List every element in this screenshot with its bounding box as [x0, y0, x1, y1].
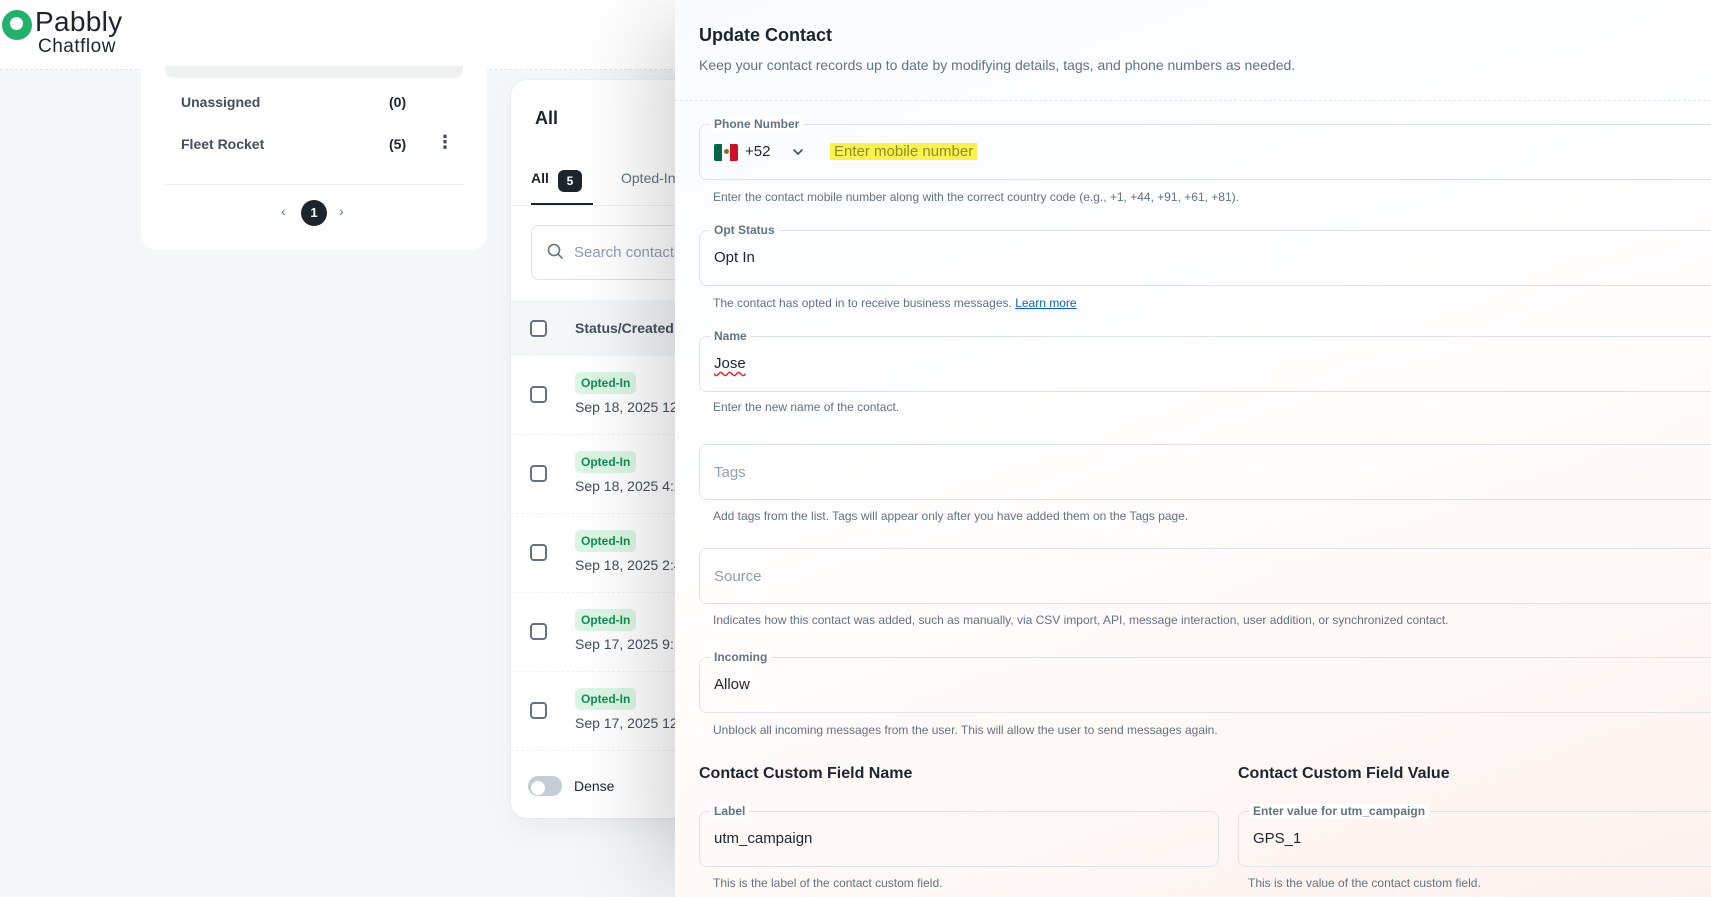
custom-field-value-legend: Enter value for utm_campaign — [1249, 804, 1430, 818]
incoming-help: Unblock all incoming messages from the u… — [713, 723, 1218, 737]
select-all-checkbox[interactable] — [530, 320, 547, 337]
country-code[interactable]: +52 — [745, 143, 770, 160]
folder-name: Fleet Rocket — [181, 136, 265, 152]
custom-field-value-value: GPS_1 — [1253, 830, 1302, 847]
folder-item-fleet-rocket[interactable]: Fleet Rocket (5) — [181, 132, 461, 156]
phone-number-help: Enter the contact mobile number along wi… — [713, 190, 1239, 204]
chevron-left-icon[interactable]: ‹ — [281, 203, 286, 219]
opt-status-label: Opt Status — [710, 223, 779, 237]
table-title: All — [535, 108, 559, 128]
row-checkbox[interactable] — [530, 386, 547, 403]
tab-all[interactable]: All — [531, 170, 549, 186]
source-help: Indicates how this contact was added, su… — [713, 613, 1449, 627]
dense-label: Dense — [574, 778, 615, 794]
phone-number-field: Phone Number +52 Enter mobile number — [699, 117, 1711, 180]
mexico-flag-icon[interactable] — [714, 144, 738, 161]
drawer-title: Update Contact — [699, 25, 833, 45]
incoming-label: Incoming — [710, 650, 772, 664]
custom-field-value-help: This is the value of the contact custom … — [1248, 876, 1481, 890]
opt-status-help: The contact has opted in to receive busi… — [713, 296, 1077, 310]
pabbly-logo[interactable]: Pabbly Chatflow — [2, 8, 122, 56]
custom-field-value-heading: Contact Custom Field Value — [1238, 765, 1450, 782]
custom-field-label-value: utm_campaign — [714, 830, 813, 847]
more-vertical-icon[interactable]: ⋮ — [435, 132, 455, 152]
source-placeholder: Source — [714, 568, 762, 585]
opt-status-select[interactable]: Opt Status Opt In — [699, 223, 1711, 286]
opt-status-help-text: The contact has opted in to receive busi… — [713, 296, 1012, 310]
chevron-down-icon[interactable] — [791, 145, 805, 159]
logo-title: Pabbly — [35, 6, 123, 37]
source-input[interactable]: Source — [699, 548, 1711, 604]
tags-help: Add tags from the list. Tags will appear… — [713, 509, 1189, 523]
selected-folder-highlight — [165, 66, 463, 78]
folder-item-unassigned[interactable]: Unassigned (0) — [181, 90, 461, 114]
drawer-subtitle: Keep your contact records up to date by … — [699, 57, 1296, 73]
tags-placeholder: Tags — [714, 464, 746, 481]
row-checkbox[interactable] — [530, 623, 547, 640]
mobile-number-input[interactable]: Enter mobile number — [830, 143, 978, 160]
tags-input[interactable]: Tags — [699, 444, 1711, 500]
tab-opted-in[interactable]: Opted-In — [621, 170, 675, 186]
learn-more-link[interactable]: Learn more — [1015, 296, 1076, 310]
pabbly-logo-icon — [2, 8, 32, 40]
row-checkbox[interactable] — [530, 544, 547, 561]
incoming-value: Allow — [714, 676, 750, 693]
search-icon — [547, 243, 563, 259]
tab-all-count-badge: 5 — [558, 170, 582, 192]
status-badge: Opted-In — [575, 372, 637, 394]
name-input[interactable]: Name Jose — [699, 329, 1711, 392]
dense-switch[interactable] — [528, 776, 562, 796]
row-checkbox[interactable] — [530, 465, 547, 482]
custom-field-label-legend: Label — [710, 804, 750, 818]
opt-status-value: Opt In — [714, 249, 755, 266]
update-contact-drawer: Update Contact Keep your contact records… — [675, 0, 1711, 897]
folder-count: (0) — [389, 94, 407, 110]
name-help: Enter the new name of the contact. — [713, 400, 900, 414]
pagination: ‹ 1 › — [141, 200, 487, 226]
drawer-divider — [675, 100, 1711, 101]
status-badge: Opted-In — [575, 451, 637, 473]
folder-name: Unassigned — [181, 94, 261, 110]
custom-field-name-heading: Contact Custom Field Name — [699, 765, 913, 782]
status-badge: Opted-In — [575, 609, 637, 631]
divider — [165, 184, 463, 185]
page-button-current[interactable]: 1 — [301, 200, 327, 226]
name-label: Name — [710, 329, 751, 343]
custom-field-label-help: This is the label of the contact custom … — [713, 876, 943, 890]
status-badge: Opted-In — [575, 688, 637, 710]
name-value: Jose — [714, 355, 746, 372]
custom-field-label-input[interactable]: Label utm_campaign — [699, 804, 1219, 867]
row-checkbox[interactable] — [530, 702, 547, 719]
custom-field-value-input[interactable]: Enter value for utm_campaign GPS_1 — [1238, 804, 1711, 867]
folder-list-card: Unassigned (0) Fleet Rocket (5) ⋮ ‹ 1 › — [141, 66, 487, 250]
folder-count: (5) — [389, 136, 407, 152]
phone-number-label: Phone Number — [710, 117, 804, 131]
status-badge: Opted-In — [575, 530, 637, 552]
logo-subtitle: Chatflow — [38, 36, 116, 57]
chevron-right-icon[interactable]: › — [339, 203, 344, 219]
incoming-select[interactable]: Incoming Allow — [699, 650, 1711, 713]
active-tab-indicator — [531, 203, 593, 205]
